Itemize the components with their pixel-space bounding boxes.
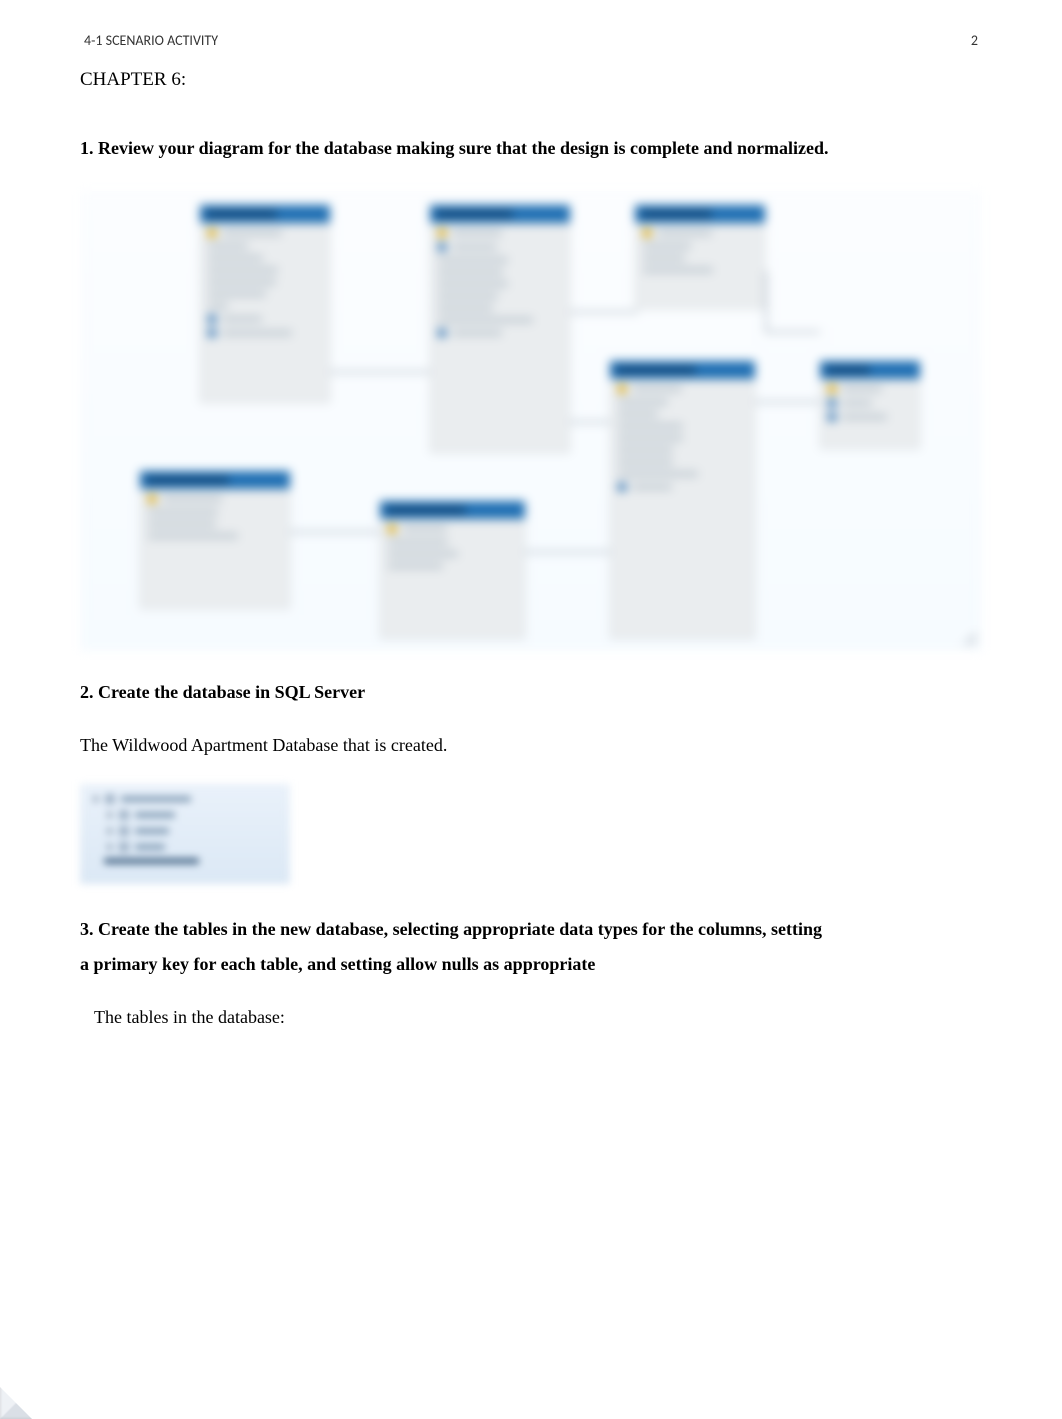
question-3: 3. Create the tables in the new database… bbox=[80, 912, 982, 980]
question-1: 1. Review your diagram for the database … bbox=[80, 131, 982, 165]
question-3-body: The tables in the database: bbox=[80, 1007, 982, 1028]
question-3-line-2: a primary key for each table, and settin… bbox=[80, 954, 595, 974]
running-head: 4-1 SCENARIO ACTIVITY 2 bbox=[80, 32, 982, 49]
question-3-line-1: 3. Create the tables in the new database… bbox=[80, 919, 822, 939]
page-fold-corner-icon bbox=[0, 1387, 32, 1419]
chapter-heading: CHAPTER 6: bbox=[80, 69, 982, 91]
question-2-body: The Wildwood Apartment Database that is … bbox=[80, 735, 982, 756]
object-explorer-image bbox=[80, 784, 290, 884]
header-page-number: 2 bbox=[971, 32, 978, 49]
header-left: 4-1 SCENARIO ACTIVITY bbox=[84, 32, 218, 49]
database-diagram-image bbox=[80, 191, 982, 651]
resize-grip-icon bbox=[962, 631, 976, 645]
question-2: 2. Create the database in SQL Server bbox=[80, 675, 982, 709]
